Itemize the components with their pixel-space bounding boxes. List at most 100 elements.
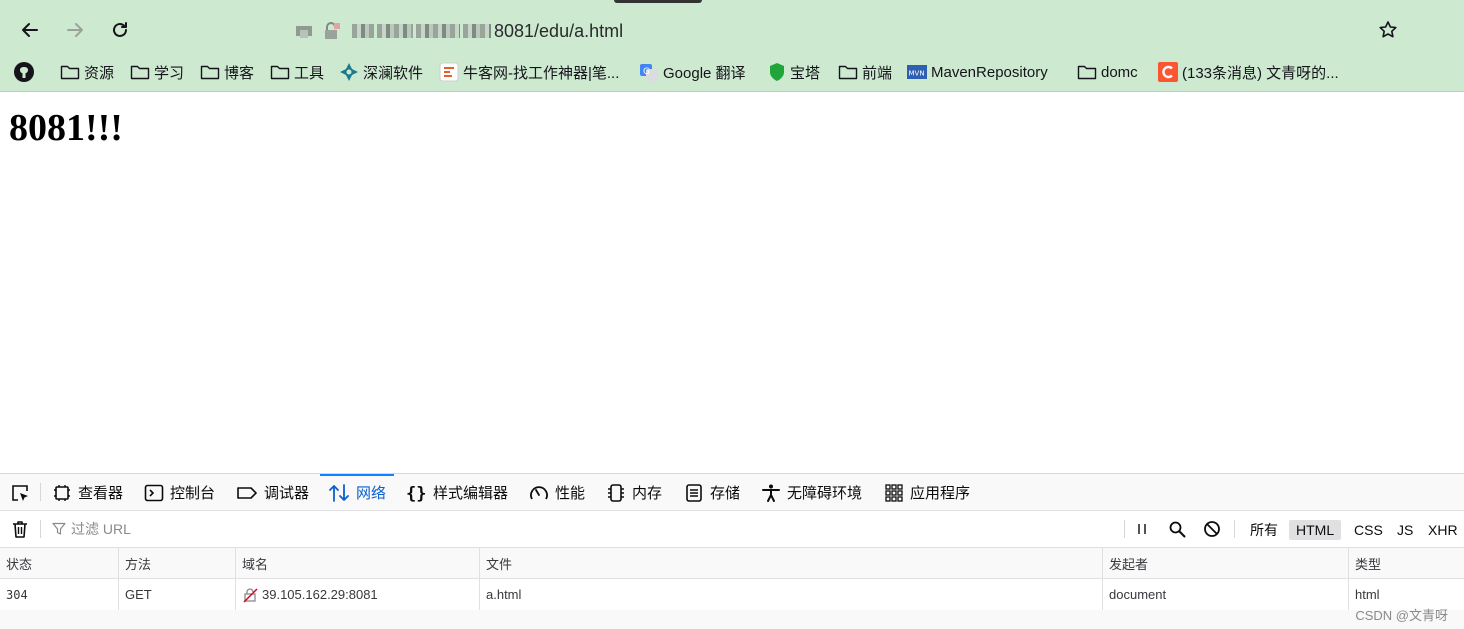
block-requests-button[interactable] [1203, 511, 1221, 547]
block-icon [1204, 521, 1220, 537]
bookmark-github[interactable] [13, 59, 39, 85]
bookmark-folder-resources[interactable]: 资源 [60, 59, 114, 85]
bookmark-maven[interactable]: MVN MavenRepository [907, 59, 1048, 85]
tab-storage[interactable]: 存储 [684, 474, 740, 511]
trash-icon [13, 521, 27, 538]
bookmark-csdn[interactable]: (133条消息) 文青呀的... [1158, 59, 1339, 85]
column-method[interactable]: 方法 [119, 548, 236, 579]
tab-label: 样式编辑器 [433, 485, 509, 502]
cell-domain: 39.105.162.29:8081 [236, 579, 480, 610]
divider [40, 483, 41, 501]
tab-label: 无障碍环境 [787, 485, 863, 502]
cell-method: GET [119, 579, 236, 610]
bookmark-label: (133条消息) 文青呀的... [1182, 64, 1339, 82]
bookmark-folder-frontend[interactable]: 前端 [838, 59, 892, 85]
filter-type-html[interactable]: HTML [1289, 520, 1342, 540]
network-filter-bar: 过滤 URL 所有 HTML CSS JS XHR [0, 511, 1464, 548]
filter-type-xhr[interactable]: XHR [1421, 520, 1464, 540]
github-icon [14, 62, 34, 82]
column-status[interactable]: 状态 [0, 548, 119, 579]
clear-requests-button[interactable] [10, 511, 30, 547]
tab-accessibility[interactable]: 无障碍环境 [761, 474, 862, 511]
table-row[interactable]: 304 GET 39.105.162.29:8081 a.html docume… [0, 579, 1464, 610]
application-icon [885, 483, 903, 502]
accessibility-icon [762, 484, 780, 502]
back-button[interactable] [14, 14, 46, 46]
divider [1124, 520, 1125, 538]
svg-text:G: G [643, 67, 650, 77]
tab-performance[interactable]: 性能 [529, 474, 585, 511]
tab-style-editor[interactable]: {} 样式编辑器 [405, 474, 508, 511]
tab-network[interactable]: 网络 [320, 474, 395, 511]
bookmark-label: domc [1101, 63, 1138, 81]
page-content: 8081!!! [0, 92, 1464, 473]
bookmark-folder-blog[interactable]: 博客 [200, 59, 254, 85]
divider [1234, 520, 1235, 538]
tab-console[interactable]: 控制台 [144, 474, 215, 511]
bookmark-label: 宝塔 [790, 64, 821, 82]
folder-icon [130, 65, 150, 80]
pause-icon [1138, 524, 1146, 534]
tab-label: 调试器 [264, 485, 310, 502]
devtools-tabbar: 查看器 控制台 调试器 网络 {} 样式编辑器 性能 内存 存储 无障碍环境 应… [0, 474, 1464, 511]
search-icon [1169, 521, 1186, 538]
tab-application[interactable]: 应用程序 [884, 474, 970, 511]
folder-icon [60, 65, 80, 80]
redacted-host [463, 24, 491, 38]
mvn-icon: MVN [907, 65, 927, 79]
bookmark-srun[interactable]: 深澜软件 [339, 59, 423, 85]
bookmark-star-button[interactable] [1372, 14, 1404, 46]
bookmark-label: MavenRepository [931, 63, 1048, 81]
performance-icon [530, 485, 548, 499]
domain-text: 39.105.162.29:8081 [262, 587, 378, 602]
column-initiator[interactable]: 发起者 [1103, 548, 1349, 579]
filter-url-input[interactable]: 过滤 URL [52, 511, 1112, 547]
bookmark-folder-tools[interactable]: 工具 [270, 59, 324, 85]
folder-icon [270, 65, 290, 80]
url-bar[interactable]: 8081/edu/a.html [294, 18, 623, 44]
folder-icon [200, 65, 220, 80]
filter-type-all[interactable]: 所有 [1243, 520, 1285, 540]
filter-type-js[interactable]: JS [1390, 520, 1420, 540]
bookmark-folder-domc[interactable]: domc [1077, 59, 1138, 85]
element-picker-button[interactable] [10, 474, 36, 511]
google-translate-icon: G [640, 64, 658, 81]
bookmark-folder-study[interactable]: 学习 [130, 59, 184, 85]
column-domain[interactable]: 域名 [236, 548, 480, 579]
inspector-icon [54, 484, 70, 501]
tab-inspector[interactable]: 查看器 [52, 474, 123, 511]
search-button[interactable] [1168, 511, 1186, 547]
bookmark-label: 学习 [154, 64, 185, 82]
browser-toolbar: 8081/edu/a.html 资源 学习 博客 工具 深澜软件 牛客网-找工作… [0, 0, 1464, 92]
reload-button[interactable] [104, 14, 136, 46]
requests-table-header: 状态 方法 域名 文件 发起者 类型 [0, 548, 1464, 579]
folder-icon [838, 65, 858, 80]
network-icon [329, 483, 349, 502]
column-type[interactable]: 类型 [1349, 548, 1464, 579]
tab-label: 内存 [632, 485, 663, 502]
bt-icon [770, 63, 784, 81]
bookmark-nowcoder[interactable]: 牛客网-找工作神器|笔... [439, 59, 619, 85]
console-icon [144, 484, 164, 501]
tab-memory[interactable]: 内存 [606, 474, 662, 511]
bookmark-google-translate[interactable]: G Google 翻译 [639, 59, 746, 85]
pause-button[interactable] [1135, 511, 1149, 547]
bookmark-label: Google 翻译 [663, 64, 746, 82]
site-info-icon [296, 26, 312, 38]
column-file[interactable]: 文件 [480, 548, 1103, 579]
folder-icon [1077, 65, 1097, 80]
debugger-icon [237, 486, 257, 499]
forward-button[interactable] [59, 14, 91, 46]
page-heading: 8081!!! [9, 107, 123, 149]
star-icon [1379, 21, 1397, 38]
bookmark-label: 博客 [224, 64, 255, 82]
style-editor-icon: {} [406, 484, 426, 503]
bookmark-bt[interactable]: 宝塔 [768, 59, 820, 85]
reload-icon [113, 22, 127, 37]
filter-icon [52, 522, 66, 535]
filter-type-css[interactable]: CSS [1347, 520, 1390, 540]
bookmark-label: 资源 [84, 64, 115, 82]
insecure-lock-icon [325, 22, 340, 39]
tab-debugger[interactable]: 调试器 [236, 474, 309, 511]
bookmark-label: 深澜软件 [363, 64, 424, 82]
